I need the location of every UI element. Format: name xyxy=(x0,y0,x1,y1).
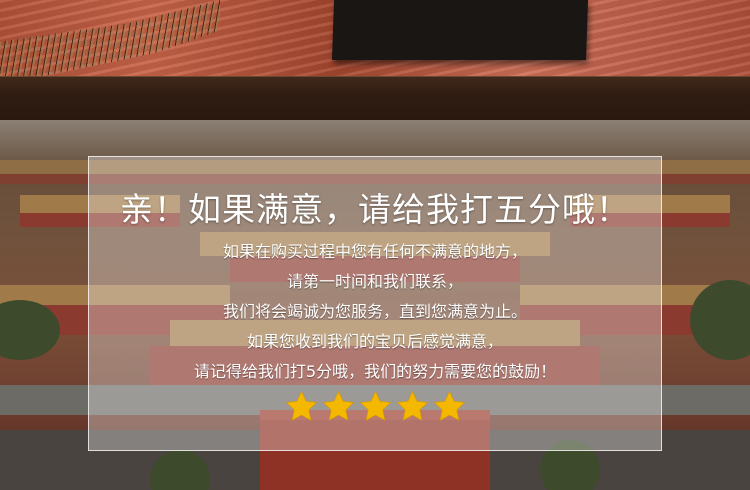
message-line: 请记得给我们打5分哦，我们的努力需要您的鼓励！ xyxy=(193,362,557,381)
five-star-rating xyxy=(89,389,661,424)
dark-product-box xyxy=(331,0,589,60)
headline-text: 亲！如果满意，请给我打五分哦！ xyxy=(120,190,630,229)
message-body: 如果在购买过程中您有任何不满意的地方， 请第一时间和我们联系， 我们将会竭诚为您… xyxy=(89,237,661,387)
message-line: 请第一时间和我们联系， xyxy=(286,272,463,291)
star-icon xyxy=(396,390,428,421)
star-icon xyxy=(433,390,465,421)
wood-product-photo xyxy=(0,0,750,76)
message-line: 如果您收到我们的宝贝后感觉满意， xyxy=(246,332,503,351)
message-line: 如果在购买过程中您有任何不满意的地方， xyxy=(222,242,527,261)
rating-request-panel: 亲！如果满意，请给我打五分哦！ 如果在购买过程中您有任何不满意的地方， 请第一时… xyxy=(88,156,662,451)
brown-divider-band xyxy=(0,76,750,122)
star-icon xyxy=(359,390,391,421)
star-icon xyxy=(285,390,317,421)
star-icon xyxy=(322,390,354,421)
message-line: 我们将会竭诚为您服务，直到您满意为止。 xyxy=(222,302,527,321)
tassel-decoration xyxy=(0,0,220,76)
